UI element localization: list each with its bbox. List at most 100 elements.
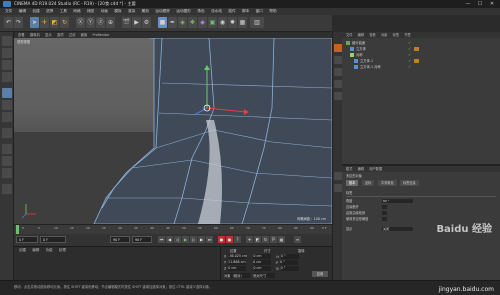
prev-key-icon[interactable]: ◀ [166,236,173,243]
edge-break-checkbox[interactable] [382,205,387,209]
edge-detect-checkbox[interactable] [382,211,387,215]
render-picture-viewer-icon[interactable]: ▶ [132,17,141,28]
om-menu-file[interactable]: 文件 [346,32,352,38]
tab-phong[interactable]: 平滑着色 [378,180,397,186]
attributes-tab-icon[interactable] [334,172,342,180]
key-position-icon[interactable]: ✛ [246,236,253,243]
live-select-icon[interactable]: ➤ [30,17,39,28]
make-editable-icon[interactable] [2,36,12,46]
position-z-field[interactable]: 0 cm [228,266,247,271]
render-view-icon[interactable]: 🎬 [122,17,131,28]
om-menu-tags[interactable]: 标签 [393,32,399,38]
om-menu-bookmarks[interactable]: 书签 [404,32,410,38]
menu-snap[interactable]: 捕捉 [87,8,94,15]
key-pla-icon[interactable]: ▦ [278,236,285,243]
edges-mode-icon[interactable] [2,100,12,110]
menu-character[interactable]: 角色 [197,8,204,15]
start-frame-field[interactable]: 0 F [16,236,38,243]
am-menu-userdata[interactable]: 用户数据 [369,166,382,172]
move-icon[interactable]: ✛ [40,17,49,28]
current-frame-field[interactable]: 0 F [40,236,66,243]
menu-sculpt[interactable]: 雕刻 [142,8,149,15]
key-param-icon[interactable]: P [270,236,277,243]
minimize-button[interactable]: — [462,0,474,8]
objects-tab-icon[interactable] [334,44,342,52]
polygon-threshold-checkbox[interactable] [382,217,387,221]
size-y-field[interactable]: 0 cm [253,260,272,265]
x-axis-icon[interactable]: Ⓧ [76,17,85,28]
menu-select[interactable]: 选择 [46,8,53,15]
tab-basic[interactable]: 基本 [346,180,359,186]
next-frame-icon[interactable]: ▷ [190,236,197,243]
record-icon[interactable]: ● [218,236,225,243]
render-settings-icon[interactable]: ⚙ [142,17,151,28]
texture-mode-icon[interactable] [2,60,12,70]
model-mode-icon[interactable] [2,48,12,58]
subdivision-icon[interactable]: ◈ [178,17,187,28]
menu-animate[interactable]: 动画 [101,8,108,15]
menu-script[interactable]: 脚本 [242,8,249,15]
menu-mesh[interactable]: 网格 [73,8,80,15]
tab-tag-info[interactable]: 标签信息 [400,180,419,186]
grid-layout-icon[interactable]: ▦ [238,17,247,28]
timeline-menu-icon[interactable]: ≡ [294,236,301,243]
menu-edit[interactable]: 编辑 [19,8,26,15]
menu-mograph[interactable]: 运动图形 [176,8,191,15]
visibility-check-icon[interactable]: ✓ [408,53,412,57]
menu-render[interactable]: 渲染 [128,8,135,15]
go-to-start-icon[interactable]: ⏮ [158,236,165,243]
phong-tag-icon[interactable] [414,59,419,63]
menu-file[interactable]: 文件 [5,8,12,15]
pen-icon[interactable]: ✒ [168,17,177,28]
visibility-check-icon[interactable]: ✓ [408,41,412,45]
visibility-check-icon[interactable]: ✓ [408,59,412,63]
am-menu-mode[interactable]: 模式 [346,166,352,172]
material-menu-edit[interactable]: 编辑 [32,247,39,253]
menu-help[interactable]: 帮助 [269,8,276,15]
menu-tools[interactable]: 工具 [60,8,67,15]
menu-window[interactable]: 窗口 [256,8,263,15]
polygons-mode-icon[interactable] [2,112,12,122]
redo-icon[interactable]: ↷ [14,17,23,28]
visibility-check-icon[interactable]: ✓ [408,47,412,51]
auto-key-icon[interactable]: ● [226,236,233,243]
angle-field[interactable]: 80 ° [382,199,413,203]
points-mode-icon[interactable] [2,88,12,98]
soft-selection-icon[interactable] [2,184,12,194]
am-menu-edit[interactable]: 编辑 [358,166,364,172]
rotation-p-field[interactable]: 0 ° [280,260,299,265]
material-menu-function[interactable]: 功能 [46,247,53,253]
keyframe-selection-icon[interactable]: ? [234,236,241,243]
layers-tab-icon[interactable] [334,92,342,100]
end-frame-field[interactable]: 90 F [110,236,130,243]
visibility-check-icon[interactable]: ✓ [408,65,412,69]
key-scale-icon[interactable]: ◩ [254,236,261,243]
snap-icon[interactable] [2,156,12,166]
deformer-icon[interactable]: ◆ [198,17,207,28]
key-rotation-icon[interactable]: ↻ [262,236,269,243]
3d-viewport[interactable]: 透视视图 网格间距：100 cm [14,38,332,224]
timeline-playhead[interactable] [16,225,19,234]
rotate-icon[interactable]: ↻ [60,17,69,28]
material-menu-texture[interactable]: 纹理 [59,247,66,253]
layer-tab-icon[interactable] [334,184,342,192]
light-icon[interactable]: ✹ [228,17,237,28]
z-axis-icon[interactable]: Ⓩ [96,17,105,28]
size-z-field[interactable]: 0 cm [253,266,272,271]
next-key-icon[interactable]: ▶ [198,236,205,243]
timeline[interactable]: 0 5 10 15 20 25 30 35 40 45 50 55 60 65 … [14,224,332,234]
undo-icon[interactable]: ↶ [4,17,13,28]
takes-tab-icon[interactable] [334,56,342,64]
coord-size-mode-select[interactable]: 绝对尺寸 [253,273,276,278]
om-menu-view[interactable]: 查看 [369,32,375,38]
menu-simulate[interactable]: 模拟 [114,8,121,15]
array-icon[interactable]: ❖ [188,17,197,28]
display-select[interactable]: 关闭 [382,227,413,231]
y-axis-icon[interactable]: Ⓨ [86,17,95,28]
rotation-h-field[interactable]: 0 ° [280,254,299,259]
material-menu-create[interactable]: 创建 [19,247,26,253]
camera-icon[interactable]: ◉ [218,17,227,28]
size-x-field[interactable]: 0 cm [253,254,272,259]
cube-icon[interactable]: ■ [158,17,167,28]
phong-tag-icon[interactable] [414,47,419,51]
